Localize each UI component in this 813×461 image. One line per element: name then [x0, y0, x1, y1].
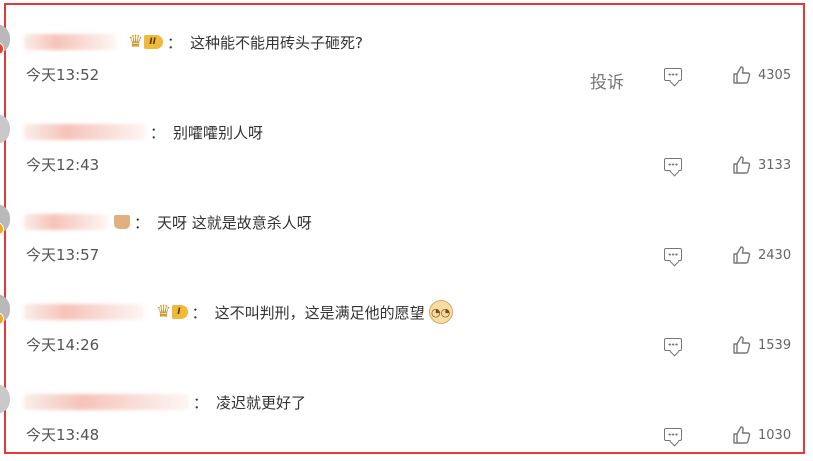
separator: ： [166, 33, 182, 52]
comment-text: 别嚯嚯别人呀 [173, 123, 264, 142]
comment-icon[interactable] [664, 158, 682, 171]
comment-item: ： 凌迟就更好了 今天13:48 1030 [0, 368, 813, 458]
comment-item: ♛ II ： 这种能不能用砖头子砸死? 今天13:52 投诉 4305 [0, 8, 813, 98]
separator: ： [134, 213, 150, 232]
like-count: 3133 [758, 158, 792, 173]
avatar[interactable] [0, 204, 10, 234]
comment-icon[interactable] [664, 248, 682, 261]
like-count: 2430 [758, 248, 792, 263]
avatar[interactable] [0, 294, 10, 324]
comment-icon[interactable] [664, 338, 682, 351]
verified-badge-icon [0, 312, 4, 324]
comment-time: 今天13:57 [26, 246, 100, 264]
comment-item: ♛ I ： 这不叫判刑，这是满足他的愿望 ◔◔ 今天14:26 1539 [0, 278, 813, 368]
separator: ： [191, 303, 207, 322]
username-blurred[interactable] [24, 34, 116, 50]
username-blurred[interactable] [24, 394, 189, 410]
thumbs-up-icon[interactable] [732, 245, 752, 265]
verified-badge-icon [0, 42, 4, 54]
thumbs-up-icon[interactable] [732, 335, 752, 355]
comment-item: ： 别嚯嚯别人呀 今天12:43 3133 [0, 98, 813, 188]
comment-time: 今天13:48 [26, 426, 100, 444]
crown-badge-icon: ♛ I [156, 303, 188, 321]
comment-icon[interactable] [664, 428, 682, 441]
comment-text: 这不叫判刑，这是满足他的愿望 [214, 303, 425, 322]
comment-icon[interactable] [664, 68, 682, 81]
comment-text: 这种能不能用砖头子砸死? [189, 33, 363, 52]
avatar[interactable] [0, 114, 10, 144]
comment-text: 天呀 这就是故意杀人呀 [157, 213, 312, 232]
separator: ： [193, 393, 209, 412]
like-count: 1539 [758, 338, 792, 353]
thumbs-up-icon[interactable] [732, 425, 752, 445]
cup-badge-icon [114, 215, 130, 229]
like-count: 1030 [758, 428, 792, 443]
username-blurred[interactable] [24, 124, 146, 140]
comment-time: 今天12:43 [26, 156, 100, 174]
username-blurred[interactable] [24, 304, 144, 320]
comment-text: 凌迟就更好了 [216, 393, 307, 412]
like-count: 4305 [758, 68, 792, 83]
doge-emoji-icon: ◔◔ [428, 300, 453, 324]
separator: ： [150, 123, 166, 142]
thumbs-up-icon[interactable] [732, 65, 752, 85]
thumbs-up-icon[interactable] [732, 155, 752, 175]
comment-time: 今天13:52 [26, 66, 100, 84]
comment-item: ： 天呀 这就是故意杀人呀 今天13:57 2430 [0, 188, 813, 278]
crown-badge-icon: ♛ II [128, 33, 163, 51]
comment-time: 今天14:26 [26, 336, 100, 354]
username-blurred[interactable] [24, 214, 108, 230]
avatar[interactable] [0, 24, 10, 54]
verified-badge-icon [0, 222, 4, 234]
avatar[interactable] [0, 384, 10, 414]
report-button[interactable]: 投诉 [590, 68, 624, 93]
